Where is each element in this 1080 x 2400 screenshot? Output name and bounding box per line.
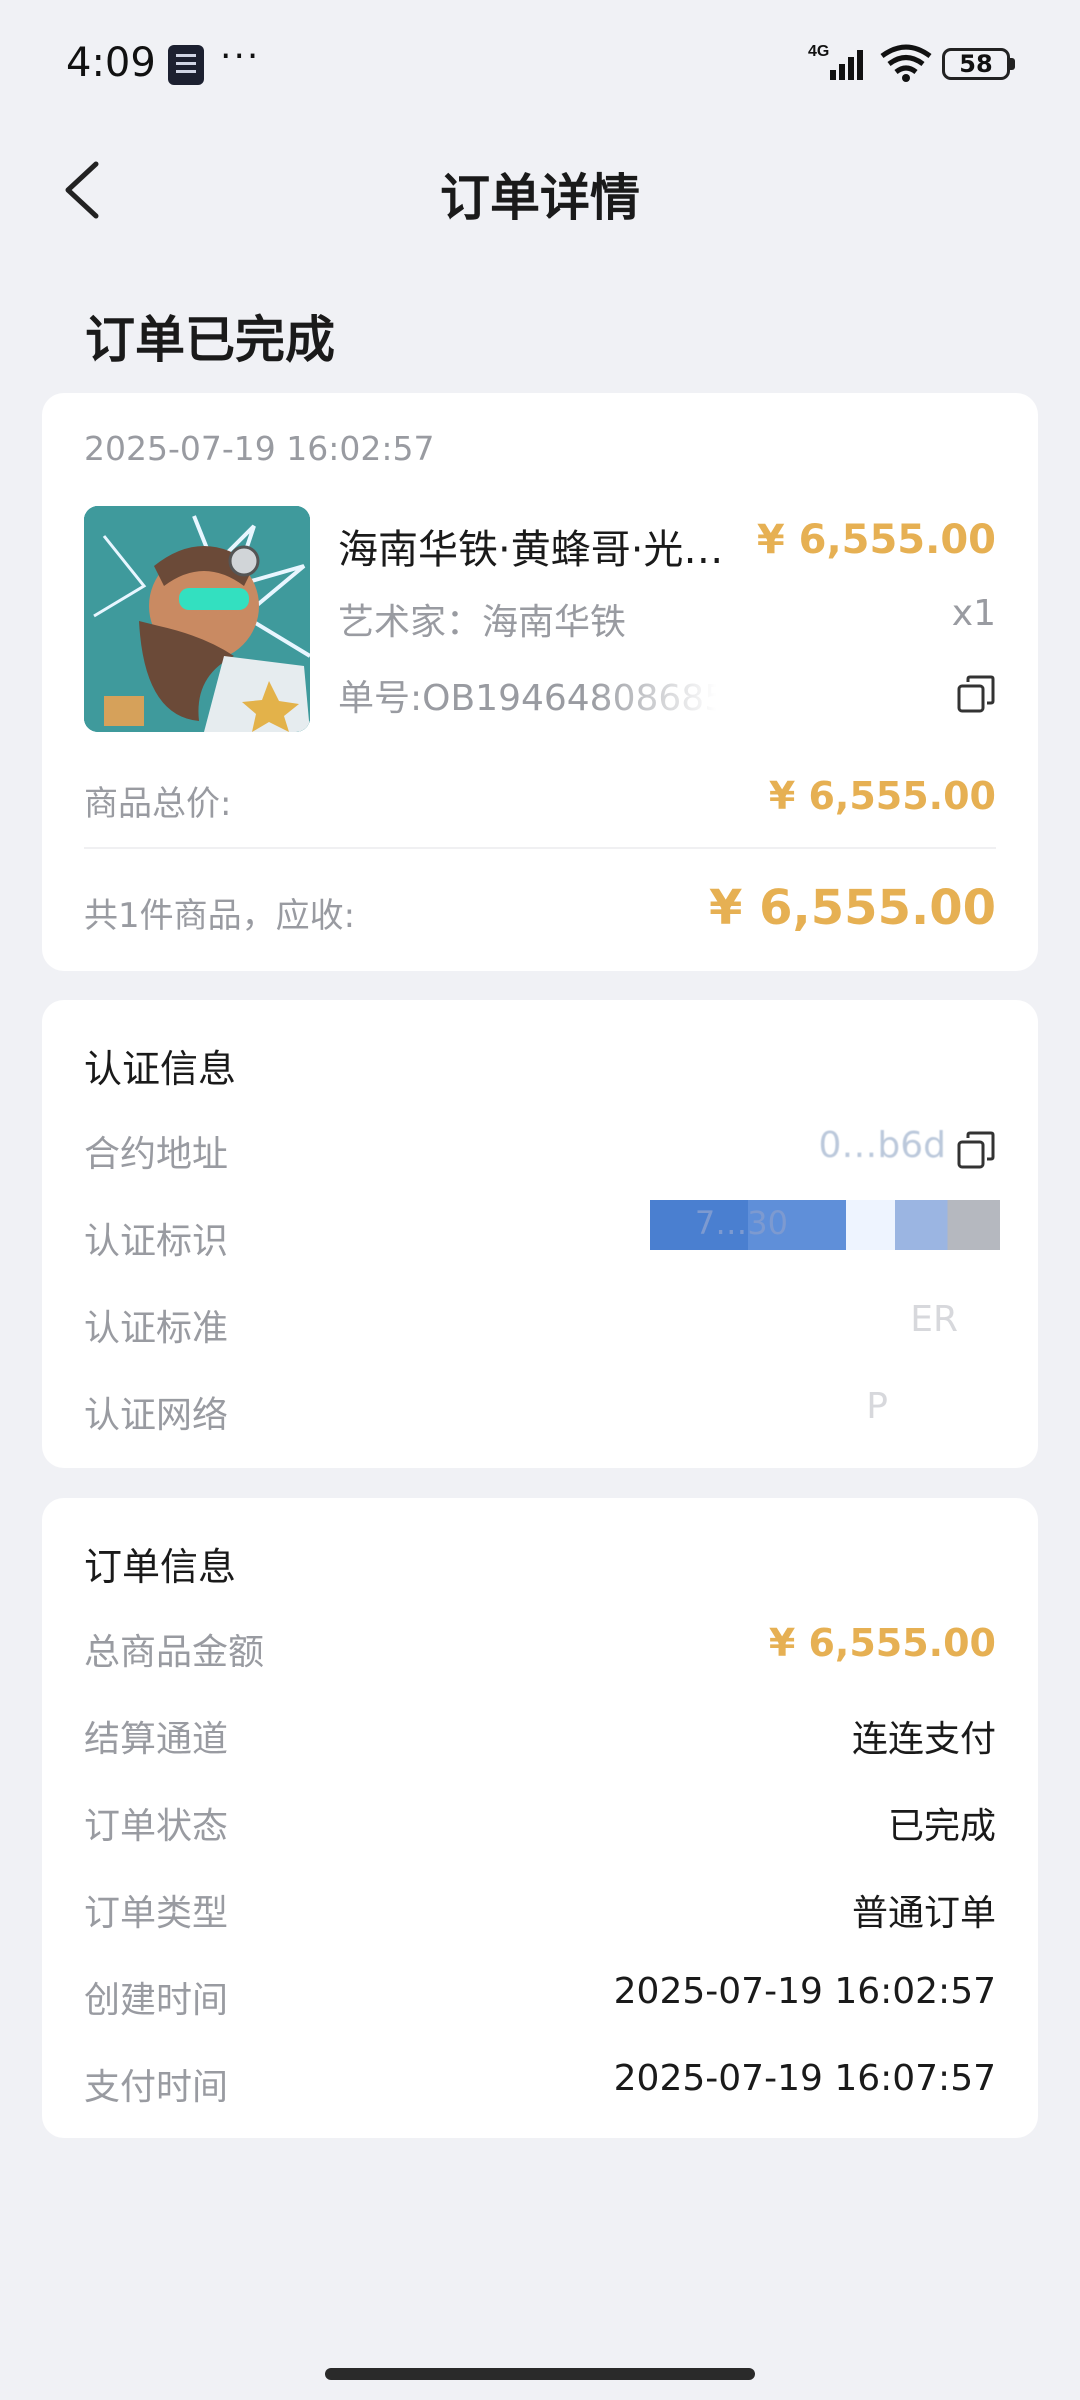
home-indicator[interactable] <box>325 2368 755 2380</box>
more-notifications-icon: ··· <box>220 36 261 77</box>
subtotal-label: 商品总价: <box>84 784 232 824</box>
cert-id-label: 认证标识 <box>84 1221 229 1262</box>
total-value: ¥ 6,555.00 <box>709 880 996 936</box>
cellular-signal-icon: 4G <box>808 43 863 80</box>
payment-channel-value: 连连支付 <box>851 1719 996 1760</box>
contract-address-value: 0…b6d <box>818 1125 946 1166</box>
status-bar: 4:09 ··· 4G 58 <box>0 0 1080 130</box>
order-info-card: 订单信息 总商品金额 ¥ 6,555.00 结算通道 连连支付 订单状态 已完成… <box>42 1498 1038 2138</box>
wifi-icon <box>880 44 932 82</box>
paid-time-value: 2025-07-19 16:07:57 <box>613 2058 996 2099</box>
total-amount-label: 总商品金额 <box>84 1632 265 1673</box>
copy-icon <box>957 675 995 713</box>
created-time-value: 2025-07-19 16:02:57 <box>613 1971 996 2012</box>
order-number: 单号:OB19464808685 <box>338 678 728 719</box>
total-label: 共1件商品，应收: <box>84 896 356 936</box>
payment-channel-label: 结算通道 <box>84 1719 229 1760</box>
cert-id-value: 7…30 <box>694 1204 788 1242</box>
cert-section-title: 认证信息 <box>84 1047 237 1091</box>
status-time: 4:09 <box>66 40 156 86</box>
cert-network-value: P <box>866 1386 888 1427</box>
battery-level: 58 <box>942 48 1010 80</box>
order-timestamp: 2025-07-19 16:02:57 <box>84 429 435 468</box>
battery-tip <box>1010 58 1015 70</box>
subtotal-value: ¥ 6,555.00 <box>768 774 996 818</box>
page-title: 订单详情 <box>440 169 640 227</box>
order-type-value: 普通订单 <box>851 1893 996 1934</box>
total-amount-value: ¥ 6,555.00 <box>768 1621 996 1665</box>
product-price: ¥ 6,555.00 <box>756 517 996 563</box>
order-state-value: 已完成 <box>887 1806 996 1847</box>
app-notification-icon <box>168 45 204 85</box>
certification-card: 认证信息 合约地址 0…b6d 认证标识 7…30 认证标准 ER 认证网络 P <box>42 1000 1038 1468</box>
cert-standard-label: 认证标准 <box>84 1308 229 1349</box>
copy-contract-address-button[interactable] <box>956 1130 996 1170</box>
quantity: x1 <box>951 593 996 634</box>
order-detail-screen: 4:09 ··· 4G 58 订单详情 订单已完成 2025-07-19 16:… <box>0 0 1080 2400</box>
network-type-label: 4G <box>808 43 829 60</box>
cert-network-label: 认证网络 <box>84 1395 229 1436</box>
contract-address-label: 合约地址 <box>84 1134 229 1175</box>
order-type-label: 订单类型 <box>84 1893 229 1934</box>
paid-time-label: 支付时间 <box>84 2067 229 2108</box>
order-state-label: 订单状态 <box>84 1806 229 1847</box>
product-card: 2025-07-19 16:02:57 海南华铁·黄蜂哥·光… ¥ 6,555.… <box>42 393 1038 971</box>
created-time-label: 创建时间 <box>84 1980 229 2021</box>
order-section-title: 订单信息 <box>84 1545 237 1589</box>
cert-standard-value: ER <box>910 1299 958 1340</box>
product-image[interactable] <box>84 506 310 732</box>
copy-order-number-button[interactable] <box>956 674 996 714</box>
divider <box>84 847 996 849</box>
nav-bar: 订单详情 <box>0 130 1080 250</box>
order-status-heading: 订单已完成 <box>85 311 335 369</box>
copy-icon <box>957 1131 995 1169</box>
artist-label: 艺术家：海南华铁 <box>338 602 627 643</box>
product-name[interactable]: 海南华铁·黄蜂哥·光… <box>338 517 758 575</box>
product-artwork <box>84 506 310 732</box>
